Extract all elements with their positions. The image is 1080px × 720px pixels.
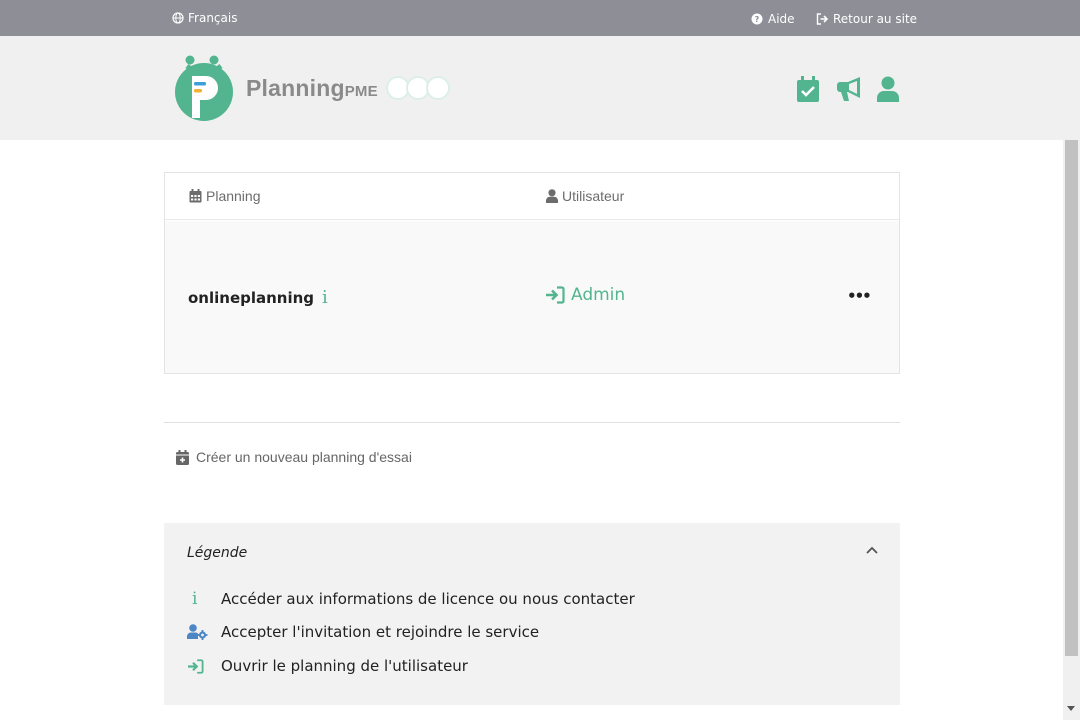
back-to-site-label: Retour au site [833, 12, 918, 26]
open-planning-link[interactable]: Admin [545, 285, 625, 305]
legend-item: Ouvrir le planning de l'utilisateur [187, 657, 468, 675]
logo-wordmark: PlanningPME [246, 75, 378, 102]
logo-name-suffix: PME [344, 82, 378, 100]
help-label: Aide [768, 12, 795, 26]
question-circle-icon: ? [751, 13, 763, 25]
svg-text:?: ? [755, 15, 760, 24]
column-header-planning: Planning [189, 188, 261, 204]
scrollbar[interactable] [1063, 140, 1080, 720]
planningpme-logo-icon [175, 55, 233, 121]
user-icon[interactable] [877, 76, 899, 102]
more-options-button[interactable]: ••• [847, 287, 872, 305]
globe-icon [172, 12, 184, 24]
header: PlanningPME [0, 36, 1080, 140]
divider [164, 422, 900, 423]
megaphone-icon[interactable] [836, 76, 861, 102]
sign-in-icon [188, 658, 204, 674]
info-icon: i [192, 589, 198, 609]
calendar-plus-icon [176, 449, 189, 465]
language-selector[interactable]: Français [172, 11, 237, 25]
user-cog-icon [187, 624, 208, 640]
column-header-user-label: Utilisateur [562, 188, 625, 204]
logo-decoration [385, 76, 450, 100]
legend-item-text: Accéder aux informations de licence ou n… [221, 590, 635, 608]
help-link[interactable]: ? Aide [751, 12, 795, 26]
calendar-check-icon[interactable] [797, 76, 819, 102]
sign-in-icon [546, 286, 565, 304]
logo[interactable]: PlanningPME [172, 54, 450, 122]
scrollbar-thumb[interactable] [1065, 140, 1078, 656]
top-bar: Français ? Aide Retour au site [0, 0, 1080, 36]
logo-name-main: Planning [246, 74, 345, 101]
legend-item: Accepter l'invitation et rejoindre le se… [187, 623, 539, 641]
language-label: Français [188, 11, 238, 25]
legend-item: i Accéder aux informations de licence ou… [187, 589, 635, 609]
legend-item-text: Accepter l'invitation et rejoindre le se… [221, 623, 540, 641]
column-header-user: Utilisateur [546, 188, 624, 204]
table-row: onlineplanning i Admin ••• [165, 221, 899, 373]
column-header-planning-label: Planning [206, 188, 261, 204]
legend-title: Légende [187, 545, 248, 561]
back-to-site-link[interactable]: Retour au site [816, 12, 917, 26]
planning-cell: onlineplanning i [188, 287, 328, 308]
info-icon[interactable]: i [322, 287, 328, 308]
scroll-down-arrow-icon[interactable] [1067, 706, 1075, 711]
sign-out-icon [816, 13, 829, 25]
planning-name: onlineplanning [188, 288, 315, 307]
chevron-up-icon[interactable] [865, 545, 879, 555]
user-icon [546, 189, 558, 203]
create-trial-planning-link[interactable]: Créer un nouveau planning d'essai [176, 449, 412, 465]
legend-item-text: Ouvrir le planning de l'utilisateur [221, 657, 468, 675]
plannings-table: Planning Utilisateur onlineplanning i Ad… [164, 172, 900, 374]
legend-panel: Légende i Accéder aux informations de li… [164, 523, 900, 705]
calendar-icon [189, 189, 202, 203]
user-name: Admin [571, 285, 626, 305]
table-header: Planning Utilisateur [165, 173, 899, 220]
create-trial-planning-label: Créer un nouveau planning d'essai [196, 449, 412, 465]
